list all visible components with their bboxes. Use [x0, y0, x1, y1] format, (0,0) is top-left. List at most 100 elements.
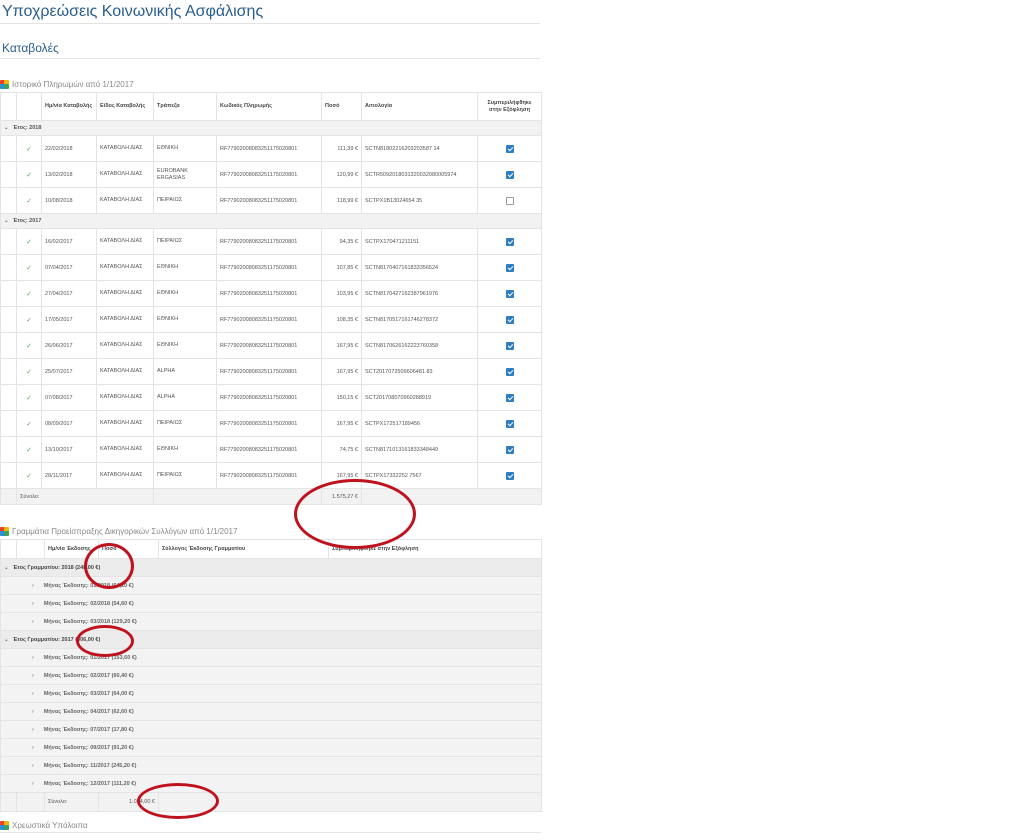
- included-checkbox[interactable]: [505, 289, 514, 298]
- payment-date: 22/02/2018: [41, 135, 97, 162]
- payment-row: ✓ 10/08/2018 ΚΑΤΑΒΟΛΗ ΔΙΑΣ ΠΕΙΡΑΙΩΣ RF779020…: [0, 187, 542, 214]
- note-month-row[interactable]: › Μήνας Έκδοσης: 02/2018 (54,60 €): [0, 594, 542, 613]
- included-checkbox[interactable]: [505, 367, 514, 376]
- col-reason[interactable]: Αιτιολογία: [361, 92, 478, 121]
- payment-reason: SCTPX1B13024654 35: [361, 187, 478, 214]
- included-checkbox[interactable]: [505, 196, 514, 205]
- chevron-down-icon[interactable]: ⌄: [4, 125, 9, 131]
- check-icon: ✓: [16, 187, 42, 214]
- annotation-circle: [76, 625, 134, 657]
- included-checkbox[interactable]: [505, 445, 514, 454]
- payment-type: ΚΑΤΑΒΟΛΗ ΔΙΑΣ: [96, 436, 154, 463]
- chevron-down-icon[interactable]: ⌄: [4, 218, 9, 224]
- col-type[interactable]: Είδος Καταβολής: [96, 92, 154, 121]
- section-subtitle: Καταβολές: [2, 41, 59, 55]
- year-group-row[interactable]: ⌄ Έτος: 2018: [0, 120, 542, 136]
- note-month-label: Μήνας Έκδοσης: 09/2017 (91,20 €): [43, 744, 134, 751]
- payment-type: ΚΑΤΑΒΟΛΗ ΔΙΑΣ: [96, 254, 154, 281]
- chevron-right-icon[interactable]: ›: [32, 763, 34, 769]
- payment-reason: SCT201708070960288919: [361, 384, 478, 411]
- chevron-right-icon[interactable]: ›: [32, 691, 34, 697]
- payment-date: 27/04/2017: [41, 280, 97, 307]
- check-icon: ✓: [16, 228, 42, 255]
- payment-row: ✓ 27/04/2017 ΚΑΤΑΒΟΛΗ ΔΙΑΣ ΕΘΝΙΚΗ RF77902008…: [0, 280, 542, 307]
- included-checkbox[interactable]: [505, 144, 514, 153]
- check-icon: ✓: [16, 332, 42, 359]
- payment-reason: SCT2017072509606481 83: [361, 358, 478, 385]
- payment-row: ✓ 13/02/2018 ΚΑΤΑΒΟΛΗ ΔΙΑΣ EUROBANK ERGASIA…: [0, 161, 542, 188]
- year-group-row[interactable]: ⌄ Έτος: 2017: [0, 213, 542, 229]
- chevron-down-icon[interactable]: ⌄: [4, 565, 9, 571]
- year-group-label: Έτος: 2017: [12, 218, 42, 224]
- note-month-row[interactable]: › Μήνας Έκδοσης: 02/2017 (60,40 €): [0, 666, 542, 685]
- included-checkbox[interactable]: [505, 419, 514, 428]
- payment-amount: 74,75 €: [321, 436, 362, 463]
- included-checkbox[interactable]: [505, 393, 514, 402]
- payment-amount: 111,39 €: [321, 135, 362, 162]
- payment-bank: ΕΘΝΙΚΗ: [153, 280, 217, 307]
- divider: [0, 23, 540, 24]
- check-icon: ✓: [16, 161, 42, 188]
- chevron-right-icon[interactable]: ›: [32, 655, 34, 661]
- payment-type: ΚΑΤΑΒΟΛΗ ΔΙΑΣ: [96, 228, 154, 255]
- payment-amount: 103,95 €: [321, 280, 362, 307]
- note-month-row[interactable]: › Μήνας Έκδοσης: 01/2018 (64,20 €): [0, 576, 542, 595]
- col-code[interactable]: Κωδικός Πληρωμής: [216, 92, 322, 121]
- note-month-row[interactable]: › Μήνας Έκδοσης: 11/2017 (245,20 €): [0, 756, 542, 775]
- payment-date: 17/05/2017: [41, 306, 97, 333]
- payment-date: 16/02/2017: [41, 228, 97, 255]
- note-month-label: Μήνας Έκδοσης: 01/2017 (153,60 €): [43, 654, 137, 661]
- note-month-row[interactable]: › Μήνας Έκδοσης: 04/2017 (62,60 €): [0, 702, 542, 721]
- annotation-circle: [84, 543, 134, 589]
- payment-bank: ΕΘΝΙΚΗ: [153, 436, 217, 463]
- chevron-right-icon[interactable]: ›: [32, 583, 34, 589]
- payment-date: 07/08/2017: [41, 384, 97, 411]
- note-month-row[interactable]: › Μήνας Έκδοσης: 12/2017 (111,20 €): [0, 774, 542, 793]
- note-month-label: Μήνας Έκδοσης: 12/2017 (111,20 €): [43, 780, 137, 787]
- chevron-right-icon[interactable]: ›: [32, 745, 34, 751]
- payment-row: ✓ 17/05/2017 ΚΑΤΑΒΟΛΗ ΔΙΑΣ ΕΘΝΙΚΗ RF77902008…: [0, 306, 542, 333]
- chevron-right-icon[interactable]: ›: [32, 709, 34, 715]
- note-month-row[interactable]: › Μήνας Έκδοσης: 09/2017 (91,20 €): [0, 738, 542, 757]
- note-year-row[interactable]: ⌄ Έτος Γραμματίου: 2018 (248,00 €): [0, 558, 542, 577]
- note-month-label: Μήνας Έκδοσης: 02/2017 (60,40 €): [43, 672, 134, 679]
- chevron-right-icon[interactable]: ›: [32, 781, 34, 787]
- note-month-label: Μήνας Έκδοσης: 03/2018 (129,20 €): [43, 618, 137, 625]
- payments-total-row: Σύνολο: 1.575,27 €: [0, 488, 542, 505]
- payment-row: ✓ 22/02/2018 ΚΑΤΑΒΟΛΗ ΔΙΑΣ ΕΘΝΙΚΗ RF77902008…: [0, 135, 542, 162]
- col-amount[interactable]: Ποσό: [321, 92, 362, 121]
- payment-amount: 120,99 €: [321, 161, 362, 188]
- payment-bank: ΠΕΙΡΑΙΩΣ: [153, 187, 217, 214]
- payment-code: RF77902008083251175020801: [216, 462, 322, 489]
- payment-amount: 167,95 €: [321, 332, 362, 359]
- chevron-right-icon[interactable]: ›: [32, 601, 34, 607]
- note-month-row[interactable]: › Μήνας Έκδοσης: 07/2017 (17,80 €): [0, 720, 542, 739]
- chevron-right-icon[interactable]: ›: [32, 673, 34, 679]
- col-included[interactable]: Συμπεριλήφθηκε στην Εξόφληση: [477, 92, 542, 121]
- note-month-label: Μήνας Έκδοσης: 04/2017 (62,60 €): [43, 708, 134, 715]
- included-checkbox[interactable]: [505, 170, 514, 179]
- chevron-right-icon[interactable]: ›: [32, 619, 34, 625]
- note-month-label: Μήνας Έκδοσης: 11/2017 (245,20 €): [43, 762, 137, 769]
- payment-code: RF77902008083251175020801: [216, 228, 322, 255]
- col-association[interactable]: Σύλλογος Έκδοσης Γραμματίου: [158, 539, 329, 559]
- col-bank[interactable]: Τράπεζα: [153, 92, 217, 121]
- included-checkbox[interactable]: [505, 341, 514, 350]
- payment-bank: ALPHA: [153, 384, 217, 411]
- col-date[interactable]: Ημ/νία Καταβολής: [41, 92, 97, 121]
- chevron-down-icon[interactable]: ⌄: [4, 637, 9, 643]
- note-month-row[interactable]: › Μήνας Έκδοσης: 03/2017 (64,00 €): [0, 684, 542, 703]
- payment-amount: 118,99 €: [321, 187, 362, 214]
- included-checkbox[interactable]: [505, 315, 514, 324]
- payment-type: ΚΑΤΑΒΟΛΗ ΔΙΑΣ: [96, 410, 154, 437]
- note-month-row[interactable]: › Μήνας Έκδοσης: 03/2018 (129,20 €): [0, 612, 542, 631]
- total-label: Σύνολο:: [44, 792, 99, 812]
- payment-type: ΚΑΤΑΒΟΛΗ ΔΙΑΣ: [96, 187, 154, 214]
- included-checkbox[interactable]: [505, 237, 514, 246]
- chevron-right-icon[interactable]: ›: [32, 727, 34, 733]
- included-checkbox[interactable]: [505, 471, 514, 480]
- total-label: Σύνολο:: [16, 488, 154, 505]
- check-icon: ✓: [16, 410, 42, 437]
- included-checkbox[interactable]: [505, 263, 514, 272]
- payment-amount: 94,35 €: [321, 228, 362, 255]
